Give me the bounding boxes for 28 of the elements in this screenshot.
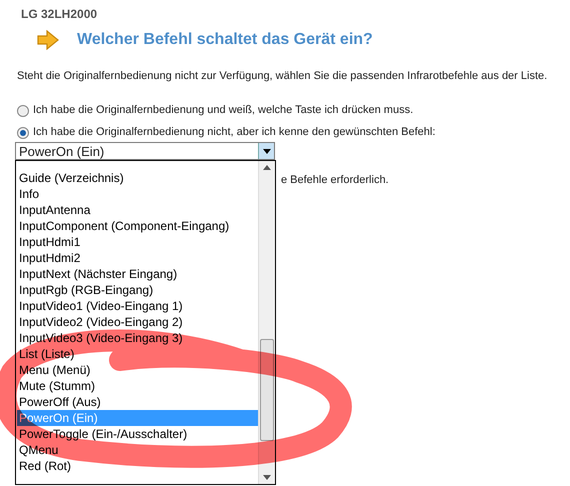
dropdown-option[interactable]: Mute (Stumm) [17,378,258,394]
dropdown-option[interactable]: InputRgb (RGB-Eingang) [17,282,258,298]
heading: Welcher Befehl schaltet das Gerät ein? [77,30,373,50]
scroll-up-icon[interactable] [263,165,271,170]
note-text: e Befehle erforderlich. [281,173,389,188]
command-select[interactable]: PowerOn (Ein) [15,142,275,160]
device-label: LG 32LH2000 [21,7,98,21]
dropdown-option[interactable]: InputNext (Nächster Eingang) [17,266,258,282]
dropdown-option[interactable]: InputVideo2 (Video-Eingang 2) [17,314,258,330]
dropdown-option[interactable]: InputHdmi2 [17,250,258,266]
dropdown-option[interactable]: InputComponent (Component-Eingang) [17,218,258,234]
radio-button[interactable] [17,126,29,138]
instruction-text: Steht die Originalfernbedienung nicht zur Verfügung, wählen Sie die passenden Infrarotbefehle aus der Liste. [16,70,548,83]
dropdown-option[interactable]: Red (Rot) [17,458,258,474]
dropdown-option[interactable]: Guide (Verzeichnis) [17,170,258,186]
radio-label: Ich habe die Originalfernbedienung nicht, aber ich kenne den gewünschten Befehl: [33,125,436,140]
scroll-down-icon[interactable] [263,475,271,480]
arrow-icon [37,30,59,50]
dropdown-arrow-icon [262,148,270,154]
radio-label: Ich habe die Originalfernbedienung und weiß, welche Taste ich drücken muss. [33,103,414,118]
dropdown-option[interactable]: QMenu [17,442,258,458]
dropdown-option[interactable]: InputAntenna [17,202,258,218]
dropdown-option[interactable]: PowerOff (Aus) [17,394,258,410]
dropdown-option[interactable]: InputVideo1 (Video-Eingang 1) [17,298,258,314]
dropdown-option[interactable]: List (Liste) [17,346,258,362]
dropdown-option[interactable]: Info [17,186,258,202]
dropdown-option[interactable]: InputHdmi1 [17,234,258,250]
radio-button[interactable] [17,104,29,116]
